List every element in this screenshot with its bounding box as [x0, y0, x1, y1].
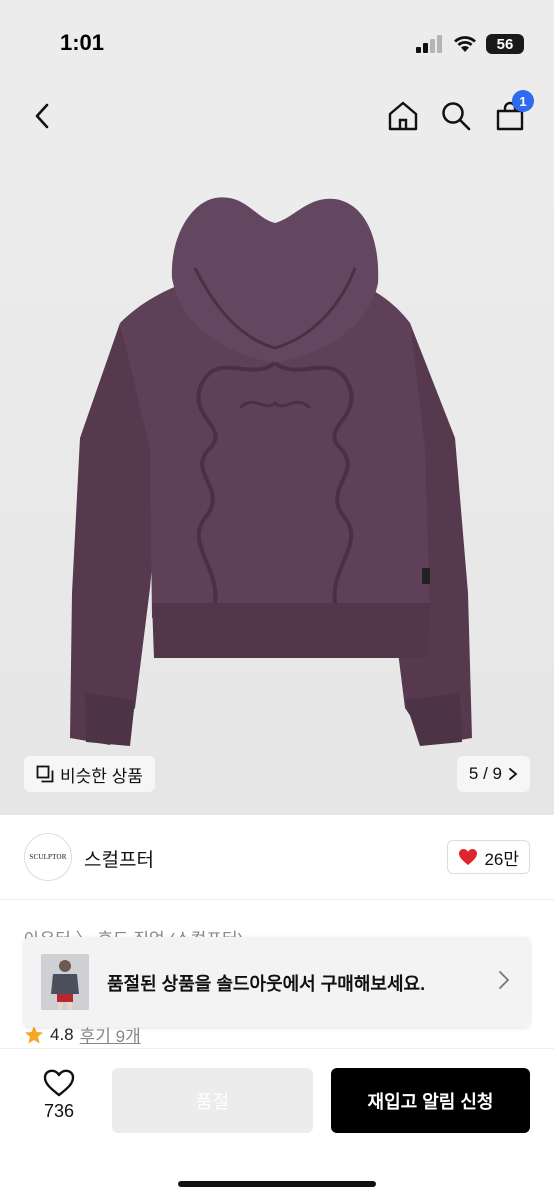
bottom-action-bar: 736 품절 재입고 알림 신청 [0, 1048, 554, 1200]
product-image-gallery[interactable]: 비슷한 상품 5 / 9 [0, 148, 554, 815]
cart-count-badge: 1 [512, 90, 534, 112]
status-icons: 56 [416, 34, 524, 54]
brand-logo[interactable]: SCULPTOR [24, 833, 72, 881]
similar-products-button[interactable]: 비슷한 상품 [24, 756, 155, 792]
page-indicator-text: 5 / 9 [468, 764, 502, 783]
image-page-indicator[interactable]: 5 / 9 [456, 756, 530, 792]
wishlist-count: 736 [43, 1101, 75, 1121]
product-image [70, 197, 472, 746]
signal-icon [416, 35, 442, 53]
search-button[interactable] [434, 94, 478, 138]
nav-bar: 1 [0, 88, 554, 148]
wifi-icon [454, 36, 476, 52]
star-icon [25, 1025, 43, 1043]
back-button[interactable] [20, 94, 64, 138]
soldout-button: 품절 [112, 1068, 313, 1133]
wishlist-button[interactable]: 736 [30, 1069, 88, 1139]
battery-icon: 56 [486, 34, 524, 54]
home-indicator [178, 1181, 376, 1187]
chevron-left-icon [35, 103, 49, 129]
brand-name[interactable]: 스컬프터 [84, 845, 154, 872]
chevron-right-icon [509, 768, 518, 780]
status-bar: 1:01 56 [0, 0, 554, 88]
brand-like-button[interactable]: 26만 [447, 840, 530, 874]
heart-filled-icon [459, 849, 478, 865]
restock-alert-button[interactable]: 재입고 알림 신청 [331, 1068, 530, 1133]
home-icon [388, 101, 418, 131]
brand-logo-text: SCULPTOR [29, 853, 67, 861]
chevron-right-icon [499, 971, 510, 989]
soldout-market-banner[interactable]: 품절된 상품을 솔드아웃에서 구매해보세요. [24, 937, 530, 1027]
home-button[interactable] [381, 94, 425, 138]
heart-outline-icon [43, 1069, 75, 1097]
banner-text: 품절된 상품을 솔드아웃에서 구매해보세요. [107, 974, 426, 994]
similar-products-label: 비슷한 상품 [60, 766, 143, 786]
cart-button[interactable]: 1 [488, 90, 534, 138]
brand-like-count: 26만 [484, 849, 519, 869]
similar-items-icon [36, 765, 54, 783]
banner-thumbnail [41, 954, 89, 1010]
hoodie-waistband [152, 603, 430, 658]
rating-value: 4.8 [50, 1024, 74, 1044]
status-time: 1:01 [60, 30, 105, 55]
brand-row: SCULPTOR 스컬프터 26만 [0, 815, 554, 900]
search-icon [442, 102, 471, 131]
